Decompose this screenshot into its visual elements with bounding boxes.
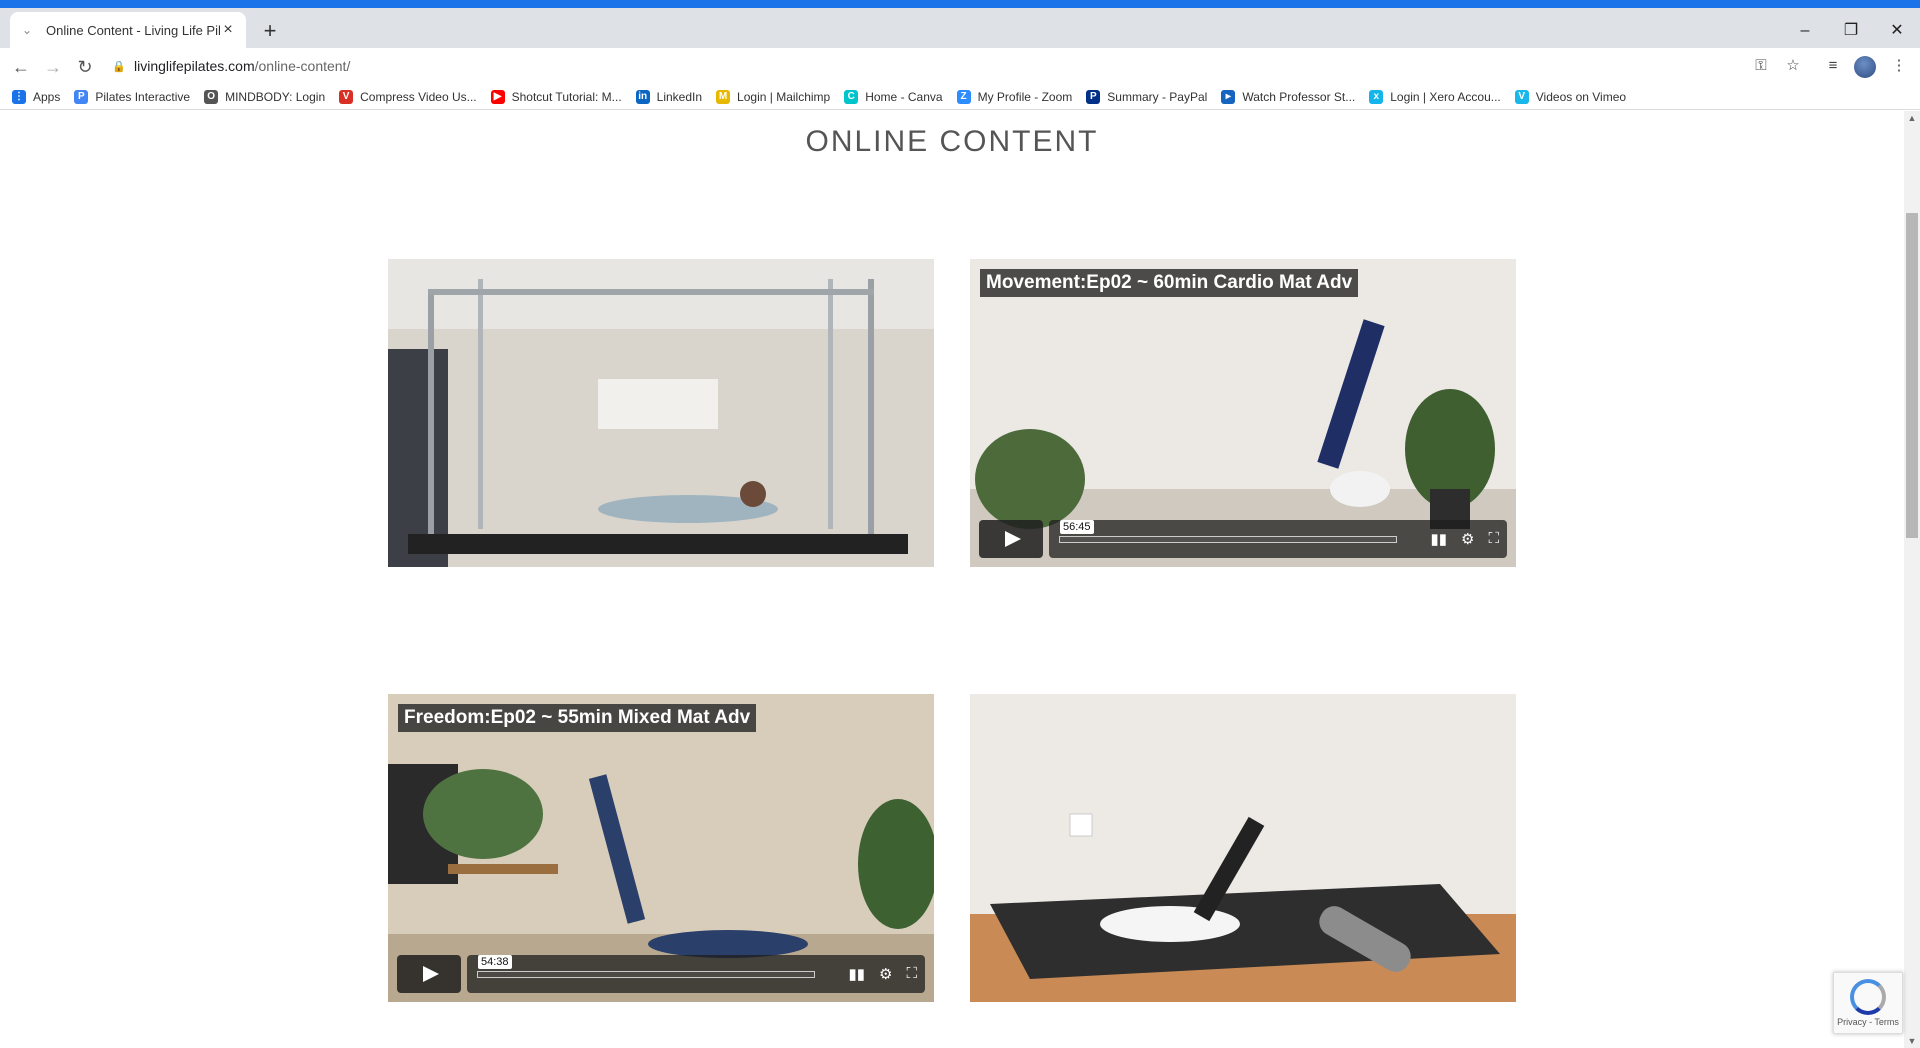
recaptcha-badge[interactable]: Privacy - Terms [1833, 972, 1903, 1034]
play-button[interactable] [979, 520, 1043, 558]
bookmark-label: Apps [33, 89, 61, 104]
volume-icon[interactable]: ▮▮ [849, 965, 866, 983]
restore-button[interactable]: ❐ [1828, 18, 1874, 44]
profile-avatar[interactable] [1854, 56, 1876, 78]
bookmark-label: Pilates Interactive [95, 89, 191, 104]
tab-title: Online Content - Living Life Pilat [46, 22, 220, 38]
bookmark-label: Compress Video Us... [360, 89, 477, 104]
control-bar: 54:38 ▮▮ ⚙ ⛶ [467, 955, 925, 993]
key-icon[interactable]: ⚿ [1750, 55, 1772, 77]
control-icons: ▮▮ ⚙ ⛶ [849, 965, 917, 983]
mindbody-icon: O [204, 89, 219, 104]
page-content: ONLINE CONTENT Movement:Ep02 ~ 60min Car… [0, 111, 1904, 1048]
reload-button[interactable]: ↻ [72, 54, 98, 80]
address-bar[interactable]: 🔒 livinglifepilates.com /online-content/ [112, 52, 1784, 80]
bookmark-item[interactable]: P Summary - PayPal [1086, 89, 1208, 104]
bookmark-item[interactable]: Z My Profile - Zoom [956, 89, 1073, 104]
loading-icon: ⌄ [22, 23, 33, 37]
bookmark-item[interactable]: M Login | Mailchimp [716, 89, 831, 104]
scroll-down-arrow-icon[interactable]: ▼ [1904, 1034, 1920, 1048]
browser-toolbar: ← → ↻ 🔒 livinglifepilates.com /online-co… [0, 48, 1920, 84]
settings-gear-icon[interactable]: ⚙ [1461, 530, 1474, 548]
url-host: livinglifepilates.com [134, 58, 255, 74]
compress-video-icon: V [339, 89, 354, 104]
bookmark-item[interactable]: ▶ Shotcut Tutorial: M... [490, 89, 622, 104]
bookmark-item[interactable]: ▸ Watch Professor St... [1221, 89, 1356, 104]
video-duration: 54:38 [478, 955, 512, 969]
apps-grid-icon: ⋮ [12, 89, 26, 104]
video-controls: 54:38 ▮▮ ⚙ ⛶ [397, 955, 925, 993]
back-button[interactable]: ← [8, 54, 34, 80]
bookmark-label: Shotcut Tutorial: M... [511, 89, 622, 104]
media-control-icon[interactable]: ≡ [1822, 55, 1844, 77]
progress-track[interactable]: 54:38 [477, 955, 815, 978]
paypal-icon: P [1086, 89, 1101, 104]
vimeo-icon: V [1514, 89, 1529, 104]
fullscreen-icon[interactable]: ⛶ [906, 965, 917, 983]
video-controls: 56:45 ▮▮ ⚙ ⛶ [979, 520, 1507, 558]
bookmark-item[interactable]: x Login | Xero Accou... [1369, 89, 1501, 104]
control-icons: ▮▮ ⚙ ⛶ [1431, 530, 1499, 548]
bookmark-label: Login | Xero Accou... [1390, 89, 1501, 104]
recaptcha-icon [1850, 979, 1886, 1015]
zoom-icon: Z [956, 89, 971, 104]
video-duration: 56:45 [1060, 520, 1094, 534]
video-card-3[interactable]: Freedom:Ep02 ~ 55min Mixed Mat Adv 54:38… [388, 694, 934, 1002]
mailchimp-icon: M [716, 89, 731, 104]
tab-close-button[interactable]: × [220, 22, 236, 38]
page-title: ONLINE CONTENT [805, 125, 1099, 158]
video-title: Freedom:Ep02 ~ 55min Mixed Mat Adv [398, 704, 757, 732]
canva-icon: C [844, 89, 859, 104]
video-thumbnail-foamroller [970, 694, 1516, 1002]
bookmark-label: MINDBODY: Login [225, 89, 326, 104]
bookmark-item[interactable]: in LinkedIn [635, 89, 703, 104]
play-button[interactable] [397, 955, 461, 993]
video-card-4[interactable] [970, 694, 1516, 1002]
bookmark-item[interactable]: P Pilates Interactive [74, 89, 191, 104]
bookmark-label: Watch Professor St... [1242, 89, 1356, 104]
minimize-button[interactable]: – [1782, 18, 1828, 44]
scroll-up-arrow-icon[interactable]: ▲ [1904, 111, 1920, 125]
youtube-icon: ▶ [490, 89, 505, 104]
window-top-strip [0, 0, 1920, 8]
bookmark-label: Videos on Vimeo [1535, 89, 1627, 104]
new-tab-button[interactable]: + [258, 20, 282, 44]
browser-tab[interactable]: ⌄ Online Content - Living Life Pilat × [10, 12, 246, 48]
bookmark-star-icon[interactable]: ☆ [1782, 55, 1804, 77]
video-card-2[interactable]: Movement:Ep02 ~ 60min Cardio Mat Adv 56:… [970, 259, 1516, 567]
volume-icon[interactable]: ▮▮ [1431, 530, 1448, 548]
fullscreen-icon[interactable]: ⛶ [1488, 530, 1499, 548]
xero-icon: x [1369, 89, 1384, 104]
bookmarks-bar: ⋮ Apps P Pilates Interactive O MINDBODY: Logi… [0, 84, 1920, 110]
bookmark-item[interactable]: V Compress Video Us... [339, 89, 477, 104]
lock-icon[interactable]: 🔒 [112, 60, 126, 73]
forward-button[interactable]: → [40, 54, 66, 80]
bookmark-label: LinkedIn [656, 89, 703, 104]
progress-track[interactable]: 56:45 [1059, 520, 1397, 543]
settings-gear-icon[interactable]: ⚙ [879, 965, 892, 983]
pilates-interactive-icon: P [74, 89, 89, 104]
scroll-thumb[interactable] [1906, 213, 1918, 538]
bookmark-label: Summary - PayPal [1107, 89, 1208, 104]
url-path: /online-content/ [254, 58, 351, 74]
recaptcha-links[interactable]: Privacy - Terms [1834, 1017, 1902, 1027]
video-card-1[interactable] [388, 259, 934, 567]
bookmark-item[interactable]: V Videos on Vimeo [1514, 89, 1627, 104]
bookmark-label: Login | Mailchimp [737, 89, 831, 104]
control-bar: 56:45 ▮▮ ⚙ ⛶ [1049, 520, 1507, 558]
tab-bar: ⌄ Online Content - Living Life Pilat × +… [0, 8, 1920, 48]
page-scrollbar[interactable]: ▲ ▼ [1904, 111, 1920, 1048]
bookmark-item[interactable]: ⋮ Apps [12, 89, 61, 104]
watch-icon: ▸ [1221, 89, 1236, 104]
bookmark-item[interactable]: C Home - Canva [844, 89, 943, 104]
close-window-button[interactable]: ✕ [1874, 18, 1920, 44]
bookmark-label: Home - Canva [865, 89, 943, 104]
video-title: Movement:Ep02 ~ 60min Cardio Mat Adv [980, 269, 1359, 297]
menu-kebab-icon[interactable]: ⋮ [1888, 55, 1910, 77]
bookmark-item[interactable]: O MINDBODY: Login [204, 89, 326, 104]
bookmark-label: My Profile - Zoom [977, 89, 1073, 104]
linkedin-icon: in [635, 89, 650, 104]
video-thumbnail-cadillac [388, 259, 934, 567]
